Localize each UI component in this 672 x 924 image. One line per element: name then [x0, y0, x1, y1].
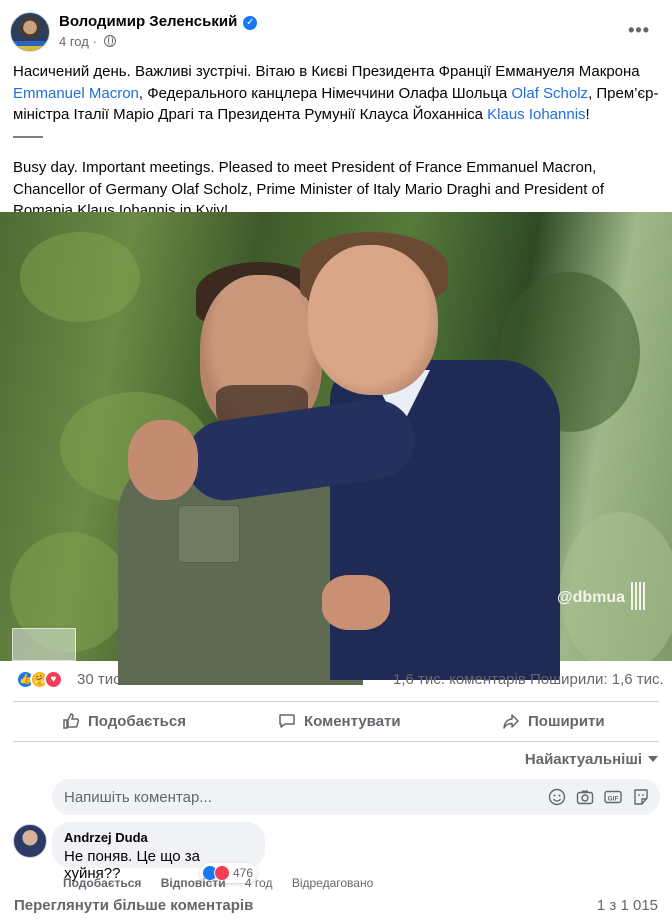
foliage	[20, 232, 140, 322]
photo-figure	[322, 575, 390, 630]
comment-sort-dropdown[interactable]: Найактуальніші	[525, 751, 658, 768]
link-iohannis[interactable]: Klaus Iohannis	[487, 106, 585, 123]
photo-figure	[128, 420, 198, 500]
photo-figure	[178, 505, 240, 563]
comment-button[interactable]: Коментувати	[278, 712, 401, 730]
composer-icons: GIF	[548, 788, 650, 806]
flag-decoration	[11, 41, 49, 51]
like-label: Подобається	[88, 712, 186, 730]
photo-figure	[12, 628, 76, 661]
share-button[interactable]: Поширити	[502, 712, 605, 730]
shares-count[interactable]: Поширили: 1,6 тис.	[530, 671, 664, 688]
share-label: Поширити	[528, 712, 605, 730]
like-icon	[63, 713, 80, 729]
comments-count[interactable]: 1,6 тис. коментарів	[393, 671, 526, 688]
watermark-text: @dbmua	[557, 589, 626, 606]
comment-edited: Відредаговано	[291, 876, 374, 890]
divider	[13, 741, 659, 742]
comment-time[interactable]: 4 год	[245, 876, 273, 890]
author-name-text[interactable]: Володимир Зеленський	[59, 13, 237, 30]
sort-label: Найактуальніші	[524, 751, 642, 768]
reactions-count[interactable]: 30 тис.	[77, 671, 125, 688]
view-more-comments-link[interactable]: Переглянути більше коментарів	[14, 897, 253, 914]
photo-figure	[308, 245, 438, 395]
love-reaction-icon: ♥	[44, 670, 63, 689]
comment-item: Andrzej Duda Не поняв. Це що за хуйня?? …	[0, 822, 672, 894]
commenter-avatar[interactable]	[13, 824, 47, 858]
text-segment: , Федерального канцлера Німеччини Олафа …	[138, 84, 512, 102]
post-stats: 👍 🤗 ♥ 30 тис. 1,6 тис. коментарів Пошири…	[0, 664, 672, 696]
post-actions: Подобається Коментувати Поширити	[0, 702, 672, 740]
comment-reply-button[interactable]: Відповісти	[161, 876, 226, 890]
comment-like-button[interactable]: Подобається	[63, 876, 141, 890]
comment-bubble: Andrzej Duda Не поняв. Це що за хуйня??	[52, 822, 265, 882]
post-time[interactable]: 4 год	[59, 34, 89, 49]
trident-icon	[631, 582, 646, 610]
emoji-icon[interactable]	[548, 788, 566, 806]
link-scholz[interactable]: Olaf Scholz	[511, 85, 588, 102]
comment-actions: Подобається Відповісти 4 год Відредагова…	[63, 876, 389, 890]
comment-icon	[279, 714, 295, 728]
post-header: Володимир Зеленський ✓ 4 год · •••	[0, 0, 672, 58]
photo-watermark: @dbmua	[557, 582, 646, 610]
author-name[interactable]: Володимир Зеленський ✓	[59, 13, 258, 30]
comment-input[interactable]	[52, 779, 532, 815]
gif-icon[interactable]: GIF	[604, 788, 622, 806]
author-avatar[interactable]	[10, 12, 50, 52]
sticker-icon[interactable]	[632, 788, 650, 806]
globe-icon	[104, 35, 117, 47]
more-icon[interactable]: •••	[628, 20, 650, 41]
text-segment: Насичений день. Важливі зустрічі. Вітаю …	[13, 63, 640, 80]
post-text-ua: Насичений день. Важливі зустрічі. Вітаю …	[13, 61, 663, 126]
separator: ——	[13, 127, 43, 145]
verified-icon: ✓	[243, 16, 258, 30]
chevron-down-icon	[648, 756, 658, 762]
text-segment: !	[585, 106, 590, 123]
post-meta: 4 год ·	[59, 34, 117, 49]
comment-composer[interactable]: GIF	[52, 779, 660, 815]
comment-author[interactable]: Andrzej Duda	[64, 830, 253, 845]
like-button[interactable]: Подобається	[62, 712, 186, 730]
comments-pager: 1 з 1 015	[596, 897, 658, 914]
svg-text:GIF: GIF	[608, 795, 619, 802]
share-icon	[503, 714, 519, 729]
post-text: Насичений день. Важливі зустрічі. Вітаю …	[13, 61, 663, 222]
comment-label: Коментувати	[304, 712, 401, 730]
link-macron[interactable]: Emmanuel Macron	[13, 85, 139, 102]
camera-icon[interactable]	[576, 788, 594, 806]
